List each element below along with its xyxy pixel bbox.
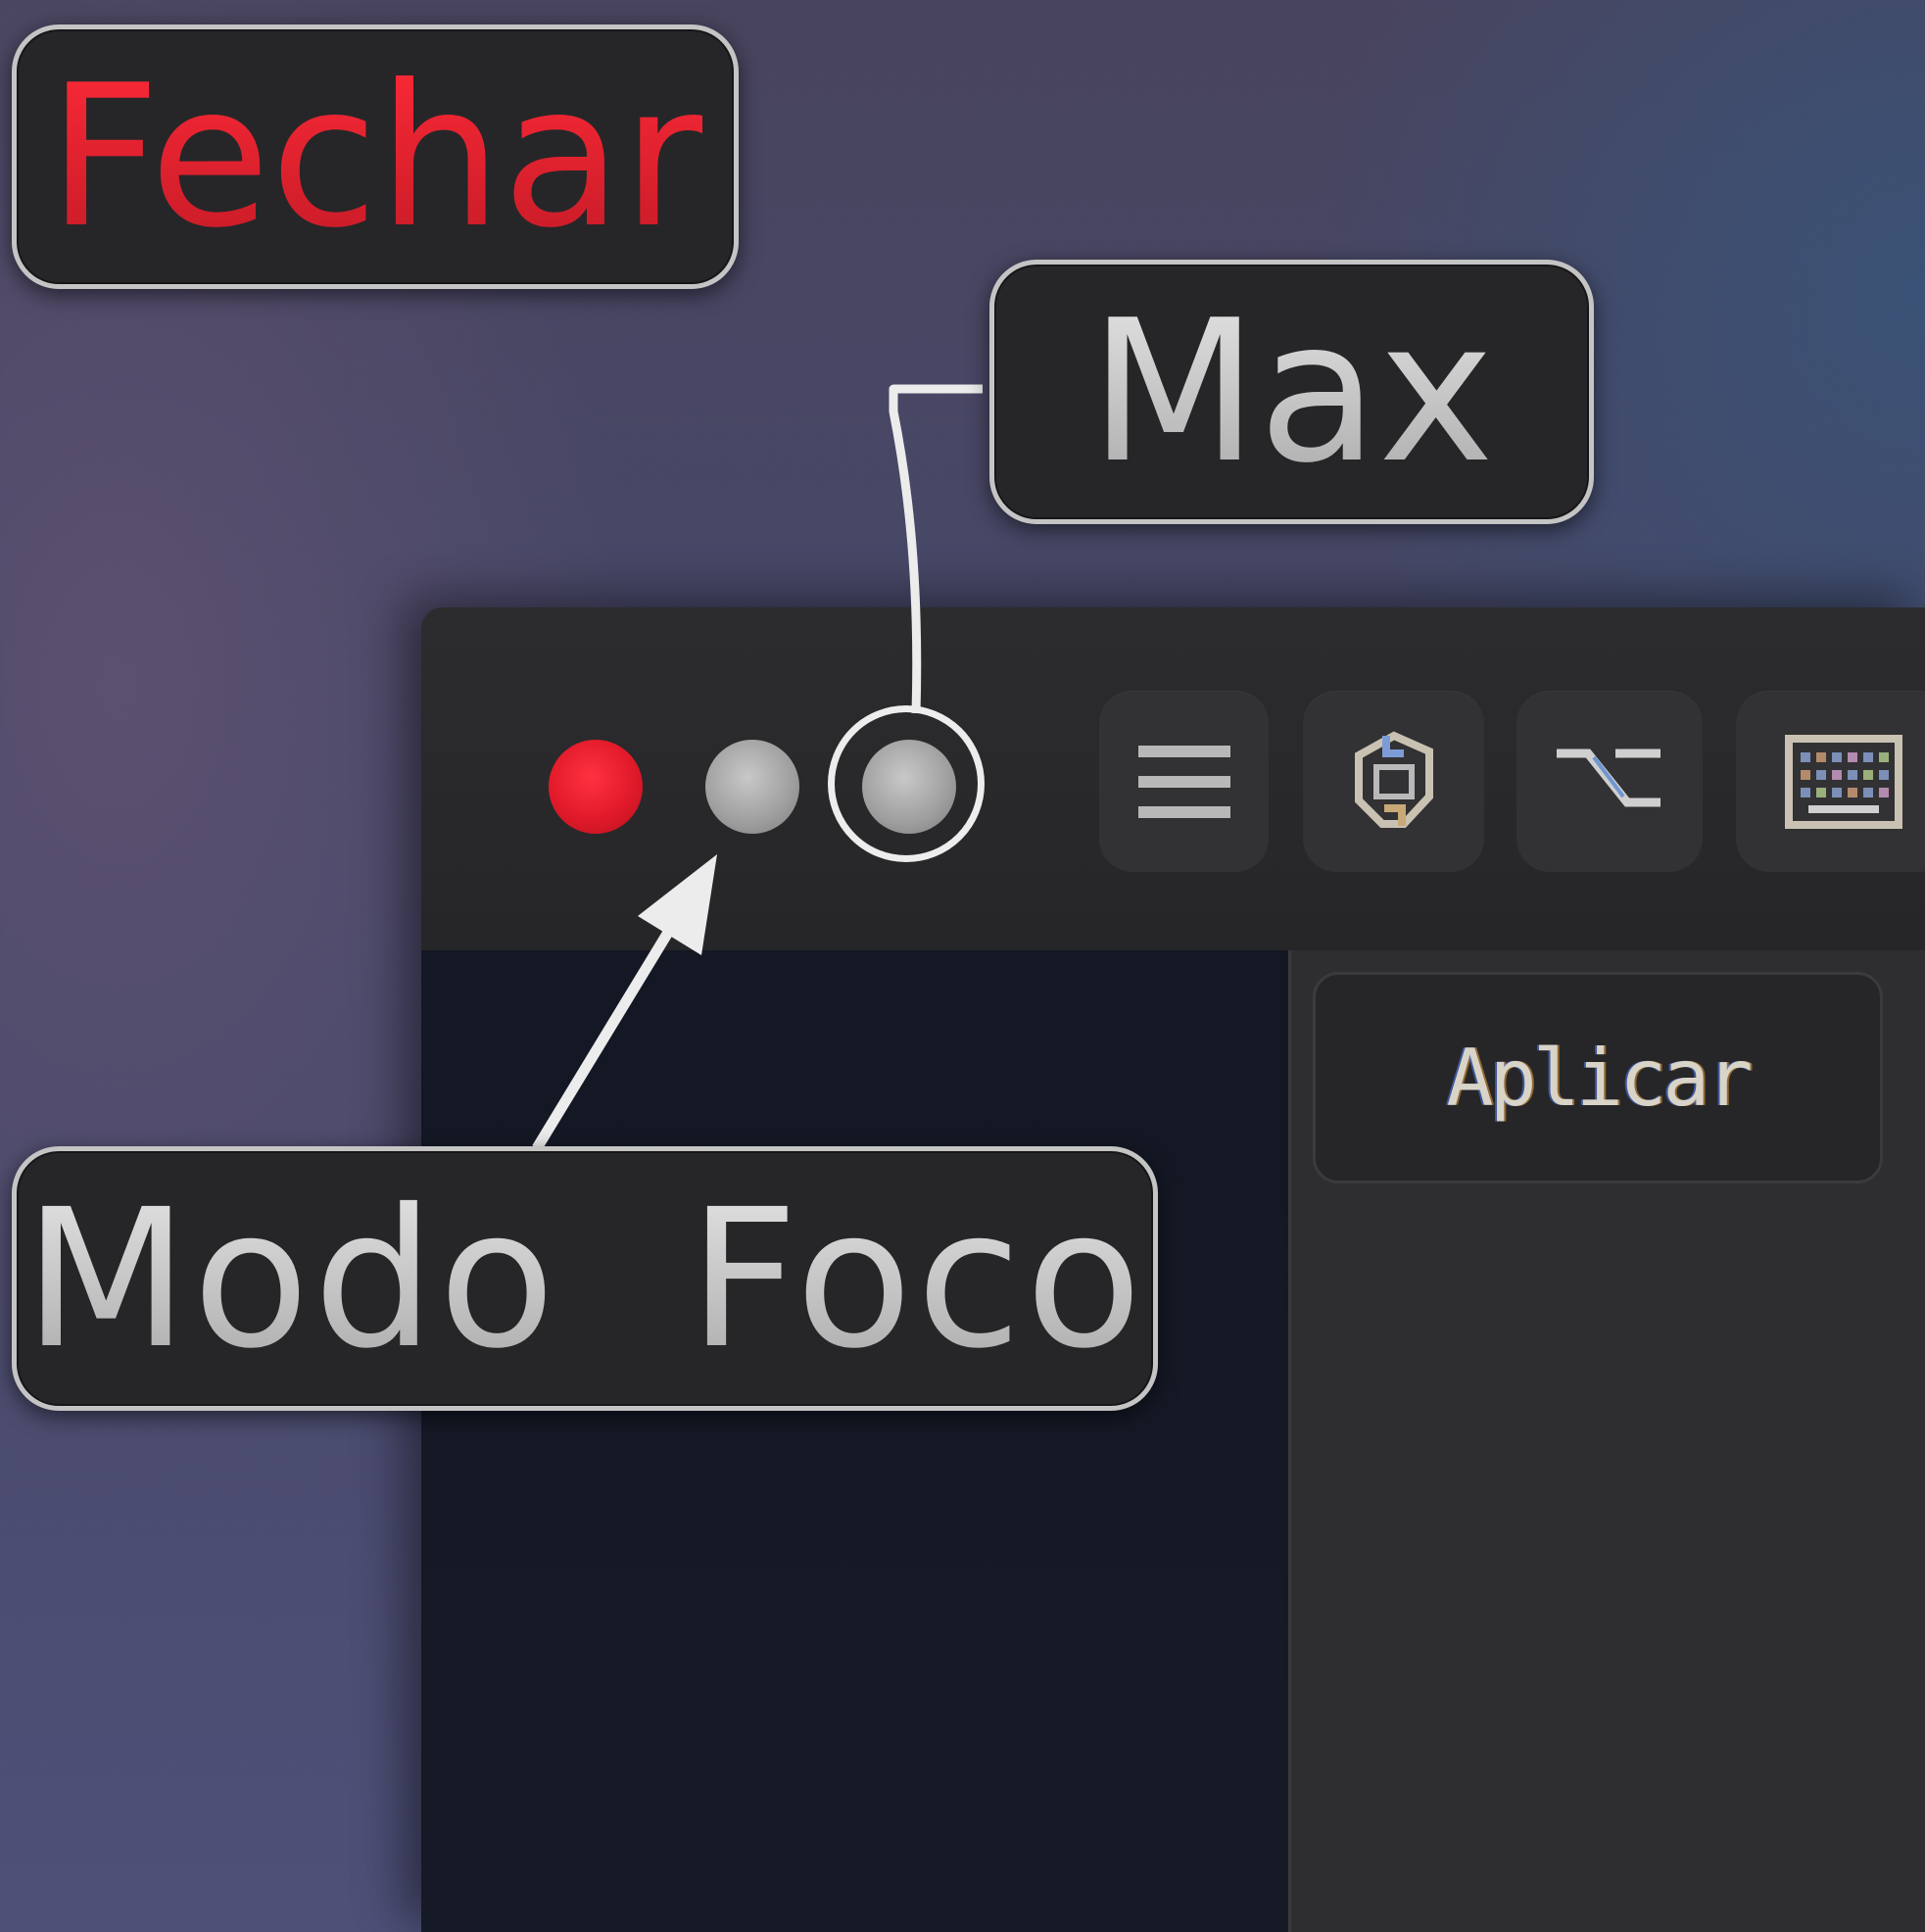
keyboard-button[interactable]	[1736, 691, 1925, 872]
maximize-callout-text: Max	[1088, 277, 1495, 507]
menu-icon	[1137, 745, 1230, 818]
maximize-highlight-ring	[828, 705, 985, 862]
apply-button[interactable]: Aplicar	[1313, 972, 1883, 1183]
option-key-icon	[1557, 749, 1660, 806]
minimize-window-button[interactable]	[705, 740, 799, 834]
sync-button[interactable]	[1303, 691, 1484, 872]
maximize-callout-label: Max	[989, 260, 1594, 524]
close-window-button[interactable]	[549, 740, 643, 834]
menu-button[interactable]	[1099, 691, 1269, 872]
focus-mode-callout-label: Modo Foco	[12, 1146, 1158, 1411]
focus-mode-callout-text: Modo Foco	[24, 1167, 1146, 1390]
main-content-pane	[421, 950, 1288, 1932]
close-callout-label: Fechar	[12, 24, 739, 289]
keyboard-icon	[1785, 734, 1902, 829]
option-key-button[interactable]	[1516, 691, 1703, 872]
close-callout-text: Fechar	[47, 42, 703, 271]
sync-icon	[1354, 731, 1433, 828]
